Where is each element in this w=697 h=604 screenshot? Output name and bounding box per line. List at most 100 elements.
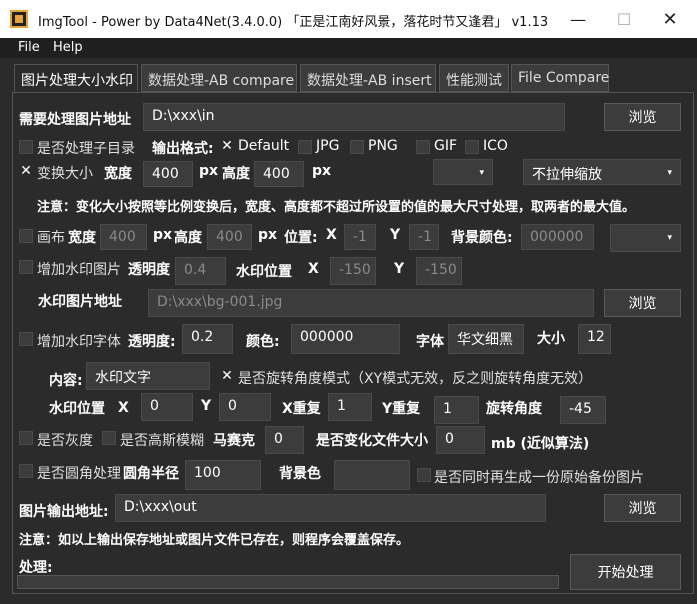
wm-text-yrepeat-label: Y重复 bbox=[382, 401, 421, 417]
input-browse-button[interactable]: 浏览 bbox=[604, 103, 681, 131]
rotate-mode-label: 是否旋转角度模式（XY模式无效，反之则旋转角度无效） bbox=[238, 371, 593, 387]
canvas-color-select[interactable]: ▾ bbox=[610, 224, 681, 252]
app-icon bbox=[10, 10, 28, 28]
wm-image-x-input[interactable]: -150 bbox=[330, 257, 376, 285]
filesize-unit: mb (近似算法) bbox=[491, 436, 590, 452]
rotate-mode-checkbox[interactable]: ✕ bbox=[220, 369, 234, 383]
chevron-down-icon: ▾ bbox=[667, 233, 672, 243]
wm-text-xrepeat-input[interactable]: 1 bbox=[328, 393, 372, 421]
wm-text-y-label: Y bbox=[201, 398, 212, 414]
menu-file[interactable]: File bbox=[18, 40, 40, 55]
format-ico-checkbox[interactable] bbox=[465, 140, 479, 154]
progress-bar bbox=[17, 575, 559, 589]
wm-image-y-input[interactable]: -150 bbox=[416, 257, 462, 285]
mosaic-input[interactable]: 0 bbox=[265, 426, 304, 454]
menu-bar: File Help bbox=[0, 38, 697, 58]
tab-ab-insert[interactable]: 数据处理-AB insert bbox=[300, 64, 436, 92]
wm-text-yrepeat-input[interactable]: 1 bbox=[434, 396, 479, 424]
wm-image-path-input[interactable]: D:\xxx\bg-001.jpg bbox=[148, 289, 594, 317]
wm-content-input[interactable]: 水印文字 bbox=[86, 362, 210, 390]
wm-text-angle-input[interactable]: -45 bbox=[560, 396, 606, 424]
input-path-label: 需要处理图片地址 bbox=[19, 112, 131, 128]
wm-text-checkbox[interactable] bbox=[19, 332, 33, 346]
wm-text-xrepeat-label: X重复 bbox=[282, 401, 321, 417]
wm-text-font-input[interactable]: 华文细黑 bbox=[448, 324, 524, 354]
resize-height-label: 高度 bbox=[222, 166, 250, 182]
round-bg-input[interactable] bbox=[334, 460, 410, 490]
wm-text-color-input[interactable]: 000000 bbox=[291, 324, 400, 354]
resize-checkbox[interactable]: ✕ bbox=[19, 164, 33, 178]
subdir-label: 是否处理子目录 bbox=[37, 141, 135, 157]
output-format-label: 输出格式: bbox=[152, 141, 214, 157]
canvas-label: 画布 bbox=[37, 230, 65, 246]
canvas-height-input[interactable]: 400 bbox=[207, 224, 252, 250]
format-default-checkbox[interactable]: ✕ bbox=[220, 139, 234, 153]
wm-image-x-label: X bbox=[308, 261, 319, 277]
tab-image-resize-watermark[interactable]: 图片处理大小水印 bbox=[14, 64, 138, 92]
wm-image-label: 增加水印图片 bbox=[37, 262, 121, 278]
wm-text-size-input[interactable]: 12 bbox=[578, 324, 611, 354]
canvas-checkbox[interactable] bbox=[19, 229, 33, 243]
canvas-y-input[interactable]: -1 bbox=[409, 224, 439, 250]
wm-image-y-label: Y bbox=[394, 261, 405, 277]
tab-file-compare[interactable]: File Compare bbox=[511, 64, 609, 92]
resize-height-input[interactable]: 400 bbox=[254, 161, 304, 187]
wm-content-label: 内容: bbox=[49, 373, 83, 389]
round-bg-label: 背景色 bbox=[279, 466, 321, 482]
wm-text-opacity-input[interactable]: 0.2 bbox=[182, 324, 233, 354]
close-button[interactable]: ✕ bbox=[647, 0, 693, 38]
canvas-y-label: Y bbox=[390, 227, 401, 243]
format-ico-label: ICO bbox=[483, 138, 508, 154]
wm-text-x-input[interactable]: 0 bbox=[141, 393, 193, 421]
tab-ab-compare[interactable]: 数据处理-AB compare bbox=[141, 64, 297, 92]
wm-text-font-label: 字体 bbox=[416, 334, 444, 350]
minimize-button[interactable]: — bbox=[555, 0, 601, 38]
wm-image-position-label: 水印位置 bbox=[236, 264, 292, 280]
wm-image-opacity-input[interactable]: 0.4 bbox=[175, 257, 226, 285]
output-browse-button[interactable]: 浏览 bbox=[604, 494, 681, 522]
canvas-position-label: 位置: bbox=[284, 230, 318, 246]
output-path-field[interactable]: D:\xxx\out bbox=[115, 494, 546, 522]
round-corner-label: 是否圆角处理 bbox=[37, 466, 121, 482]
tab-performance[interactable]: 性能测试 bbox=[439, 64, 509, 92]
maximize-button[interactable]: ☐ bbox=[601, 0, 647, 38]
subdir-checkbox[interactable] bbox=[19, 140, 33, 154]
output-path-label: 图片输出地址: bbox=[19, 504, 109, 520]
wm-text-x-label: X bbox=[118, 400, 129, 416]
format-jpg-label: JPG bbox=[316, 138, 340, 154]
canvas-bg-input[interactable]: 000000 bbox=[521, 224, 594, 250]
format-gif-checkbox[interactable] bbox=[416, 140, 430, 154]
canvas-x-label: X bbox=[326, 227, 337, 243]
grayscale-checkbox[interactable] bbox=[19, 431, 33, 445]
resize-width-input[interactable]: 400 bbox=[143, 161, 193, 187]
scale-mode-select[interactable]: 不拉伸缩放 ▾ bbox=[523, 159, 681, 185]
input-path-field[interactable]: D:\xxx\in bbox=[143, 103, 565, 131]
start-process-button[interactable]: 开始处理 bbox=[570, 554, 681, 590]
mosaic-label: 马赛克 bbox=[213, 433, 255, 449]
canvas-x-input[interactable]: -1 bbox=[344, 224, 376, 250]
format-jpg-checkbox[interactable] bbox=[298, 140, 312, 154]
resize-width-label: 宽度 bbox=[104, 166, 132, 182]
round-corner-checkbox[interactable] bbox=[19, 464, 33, 478]
format-gif-label: GIF bbox=[434, 138, 458, 154]
canvas-width-label: 宽度 bbox=[68, 230, 96, 246]
wm-text-y-input[interactable]: 0 bbox=[219, 393, 271, 421]
chevron-down-icon: ▾ bbox=[667, 168, 672, 178]
resize-label: 变换大小 bbox=[37, 166, 93, 182]
backup-checkbox[interactable] bbox=[417, 468, 431, 482]
menu-help[interactable]: Help bbox=[53, 40, 83, 55]
gauss-label: 是否高斯模糊 bbox=[120, 433, 204, 449]
canvas-width-input[interactable]: 400 bbox=[100, 224, 147, 250]
resize-combo-1[interactable]: ▾ bbox=[433, 159, 493, 185]
format-png-checkbox[interactable] bbox=[350, 140, 364, 154]
gauss-checkbox[interactable] bbox=[102, 431, 116, 445]
resize-note: 注意：变化大小按照等比例变换后，宽度、高度都不超过所设置的值的最大尺寸处理，取两… bbox=[37, 200, 636, 215]
filesize-input[interactable]: 0 bbox=[436, 426, 485, 454]
round-radius-input[interactable]: 100 bbox=[185, 460, 261, 490]
title-bar: ImgTool - Power by Data4Net(3.4.0.0) 「正是… bbox=[0, 0, 697, 38]
chevron-down-icon: ▾ bbox=[479, 168, 484, 178]
wm-text-opacity-label: 透明度: bbox=[128, 334, 176, 350]
wm-image-checkbox[interactable] bbox=[19, 260, 33, 274]
wm-image-browse-button[interactable]: 浏览 bbox=[604, 289, 681, 317]
canvas-height-label: 高度 bbox=[174, 230, 202, 246]
